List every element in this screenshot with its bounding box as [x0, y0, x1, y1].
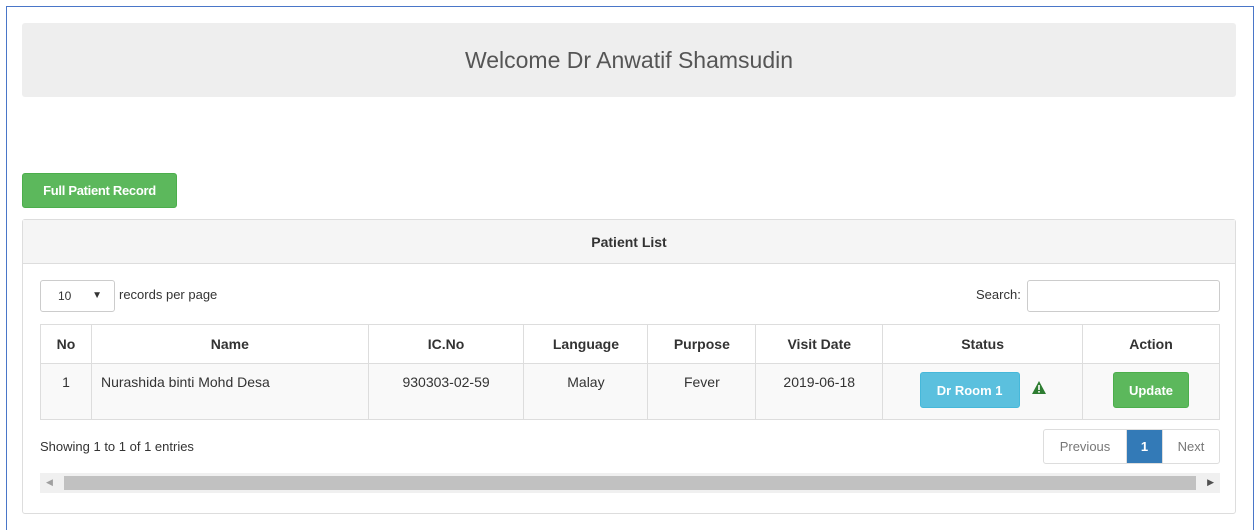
- panel-title: Patient List: [591, 233, 667, 250]
- welcome-banner: Welcome Dr Anwatif Shamsudin: [22, 23, 1236, 97]
- page-length-label: records per page: [119, 287, 218, 302]
- column-header-ic[interactable]: IC.No: [367, 324, 525, 364]
- status-room-button[interactable]: Dr Room 1: [919, 372, 1020, 408]
- column-header-action[interactable]: Action: [1082, 324, 1220, 364]
- column-header-no[interactable]: No: [40, 324, 92, 364]
- cell-no: 1: [40, 363, 92, 420]
- welcome-text: Welcome Dr Anwatif Shamsudin: [464, 46, 794, 73]
- page-1-button[interactable]: 1: [1127, 430, 1162, 463]
- scroll-right-icon[interactable]: ▶: [1207, 477, 1214, 488]
- cell-name: Nurashida binti Mohd Desa: [90, 363, 369, 420]
- column-header-status[interactable]: Status: [882, 324, 1084, 364]
- table-header-row: No Name IC.No Language Purpose Visit Dat…: [40, 324, 1220, 364]
- horizontal-scrollbar[interactable]: ◀ ▶: [40, 473, 1220, 493]
- cell-action: Update: [1082, 363, 1220, 420]
- previous-page-button[interactable]: Previous: [1044, 430, 1127, 463]
- table-row: 1 Nurashida binti Mohd Desa 930303-02-59…: [40, 363, 1220, 420]
- scroll-left-icon[interactable]: ◀: [46, 477, 53, 488]
- panel-header: Patient List: [23, 220, 1235, 264]
- table-info: Showing 1 to 1 of 1 entries: [40, 439, 194, 454]
- next-page-button[interactable]: Next: [1162, 430, 1219, 463]
- chevron-down-icon: ▼: [92, 290, 102, 301]
- column-header-name[interactable]: Name: [90, 324, 369, 364]
- cell-status: Dr Room 1: [882, 363, 1084, 420]
- cell-language: Malay: [523, 363, 649, 420]
- page-length-value: 10: [58, 289, 72, 303]
- column-header-purpose[interactable]: Purpose: [647, 324, 757, 364]
- column-header-visit-date[interactable]: Visit Date: [755, 324, 884, 364]
- pagination: Previous 1 Next: [1043, 429, 1220, 464]
- patient-table: No Name IC.No Language Purpose Visit Dat…: [40, 324, 1220, 420]
- search-label: Search:: [976, 287, 1021, 302]
- scrollbar-thumb[interactable]: [64, 476, 1196, 490]
- update-button[interactable]: Update: [1113, 372, 1189, 408]
- patient-list-panel: Patient List 10 ▼ records per page Searc…: [22, 219, 1236, 514]
- page-length-select[interactable]: 10 ▼: [40, 280, 115, 312]
- column-header-language[interactable]: Language: [523, 324, 649, 364]
- cell-visit-date: 2019-06-18: [755, 363, 884, 420]
- full-patient-record-button[interactable]: Full Patient Record: [22, 173, 177, 208]
- search-input[interactable]: [1027, 280, 1220, 312]
- warning-icon: [1031, 381, 1046, 397]
- cell-ic: 930303-02-59: [367, 363, 525, 420]
- cell-purpose: Fever: [647, 363, 757, 420]
